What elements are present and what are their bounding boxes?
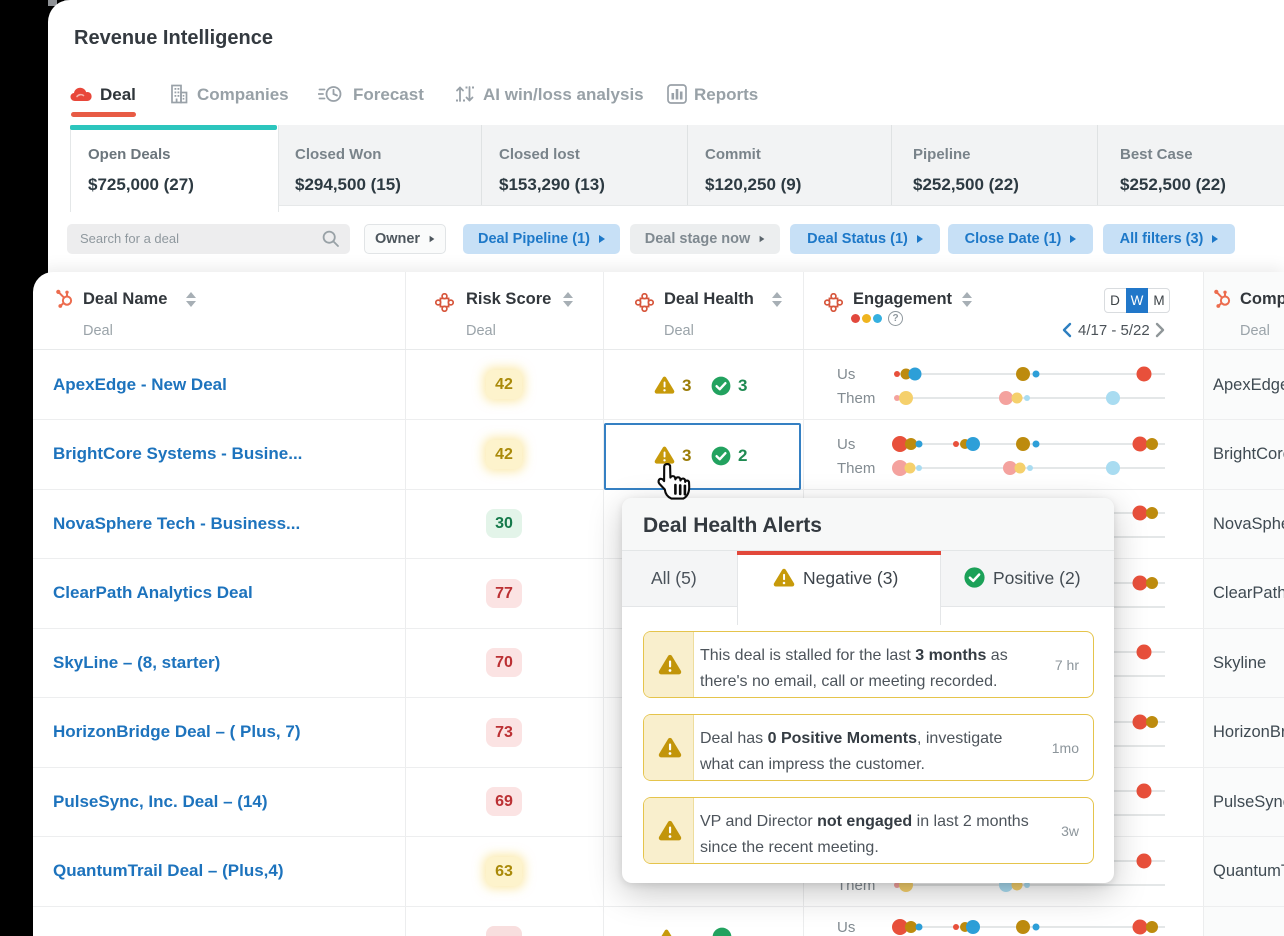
svg-text:Us: Us	[837, 919, 855, 936]
svg-text:Them: Them	[837, 460, 875, 477]
svg-text:Us: Us	[837, 436, 855, 453]
svg-text:Them: Them	[837, 390, 875, 407]
svg-text:Us: Us	[837, 366, 855, 383]
